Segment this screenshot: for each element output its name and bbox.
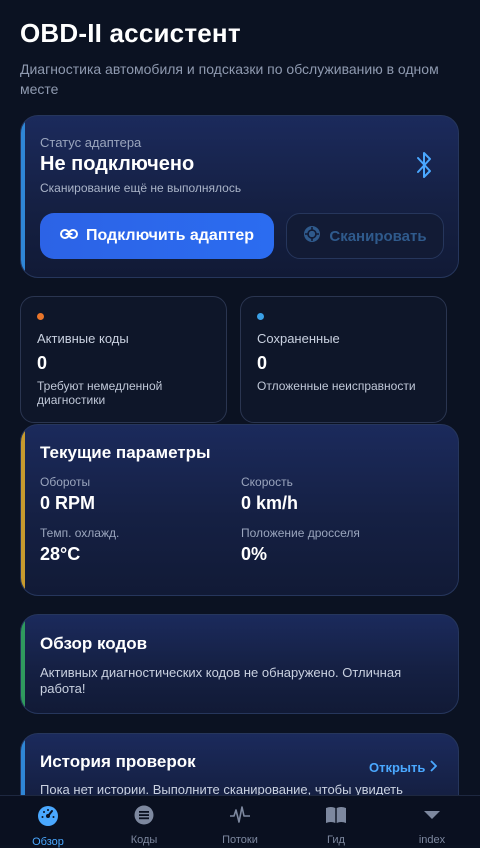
history-text: Пока нет истории. Выполните сканирование…	[40, 782, 403, 795]
params-card: Текущие параметры Обороты 0 RPM Скорость…	[20, 424, 459, 596]
tab-label: Коды	[130, 834, 158, 846]
bottom-tab-bar: Обзор Коды Потоки Гид index	[0, 795, 480, 848]
list-icon	[134, 805, 154, 830]
status-dot	[37, 313, 44, 320]
tab-label: Гид	[327, 834, 345, 846]
card-accent	[21, 615, 25, 713]
card-accent	[21, 734, 25, 795]
speed-label: Скорость	[241, 475, 293, 489]
status-dot	[257, 313, 264, 320]
codes-title: Обзор кодов	[40, 634, 148, 653]
throttle-value: 0%	[241, 544, 268, 564]
history-title: История проверок	[40, 752, 196, 771]
throttle-label: Положение дросселя	[241, 526, 360, 540]
connect-adapter-button[interactable]: Подключить адаптер	[40, 213, 274, 259]
connect-adapter-label: Подключить адаптер	[85, 227, 254, 244]
rpm-value: 0 RPM	[40, 493, 96, 513]
pulse-icon	[229, 805, 251, 830]
tab-overview[interactable]: Обзор	[0, 796, 96, 848]
tab-label: Обзор	[32, 836, 64, 848]
history-card: История проверок Открыть Пока нет истори…	[20, 733, 459, 795]
tab-index[interactable]: index	[384, 796, 480, 846]
main-scroll[interactable]: OBD-II ассистент Диагностика автомобиля …	[0, 0, 480, 795]
rpm-label: Обороты	[40, 475, 91, 489]
tab-streams[interactable]: Потоки	[192, 796, 288, 846]
triangle-down-icon	[422, 805, 442, 830]
bluetooth-icon	[413, 150, 437, 185]
codes-card[interactable]: Обзор кодов Активных диагностических код…	[20, 614, 459, 714]
header: OBD-II ассистент Диагностика автомобиля …	[20, 18, 460, 99]
params-title: Текущие параметры	[40, 443, 211, 462]
tab-guide[interactable]: Гид	[288, 796, 384, 846]
chevron-right-icon	[429, 760, 438, 775]
book-icon	[324, 805, 348, 830]
adapter-card: Статус адаптера Не подключено Сканирован…	[20, 115, 459, 278]
page-subtitle: Диагностика автомобиля и подсказки по об…	[20, 61, 439, 97]
card-accent	[21, 425, 25, 595]
scan-label: Сканировать	[329, 227, 427, 245]
stat-title: Сохраненные	[257, 331, 340, 346]
adapter-status: Не подключено	[40, 153, 195, 175]
link-icon	[59, 227, 78, 245]
scan-button[interactable]: Сканировать	[286, 213, 444, 259]
stat-desc: Требуют немедленной диагностики	[37, 379, 163, 407]
codes-text: Активных диагностических кодов не обнару…	[40, 665, 402, 696]
coolant-label: Темп. охлажд.	[40, 526, 120, 540]
scan-status: Сканирование ещё не выполнялось	[40, 181, 242, 195]
tab-codes[interactable]: Коды	[96, 796, 192, 846]
stored-codes-card[interactable]: Сохраненные 0 Отложенные неисправности	[240, 296, 447, 423]
tab-label: Потоки	[222, 834, 258, 846]
tab-label: index	[418, 834, 446, 846]
open-history-link[interactable]: Открыть	[369, 760, 438, 775]
gauge-icon	[37, 805, 59, 832]
card-accent	[21, 116, 25, 277]
stat-value: 0	[257, 353, 268, 373]
stat-title: Активные коды	[37, 331, 129, 346]
coolant-value: 28°C	[40, 544, 81, 564]
open-history-label: Открыть	[369, 760, 426, 775]
speed-value: 0 km/h	[241, 493, 299, 513]
scan-icon	[303, 225, 321, 247]
stat-desc: Отложенные неисправности	[257, 379, 416, 393]
page-title: OBD-II ассистент	[20, 18, 241, 48]
active-codes-card[interactable]: Активные коды 0 Требуют немедленной диаг…	[20, 296, 227, 423]
stat-value: 0	[37, 353, 48, 373]
adapter-label: Статус адаптера	[40, 135, 142, 150]
